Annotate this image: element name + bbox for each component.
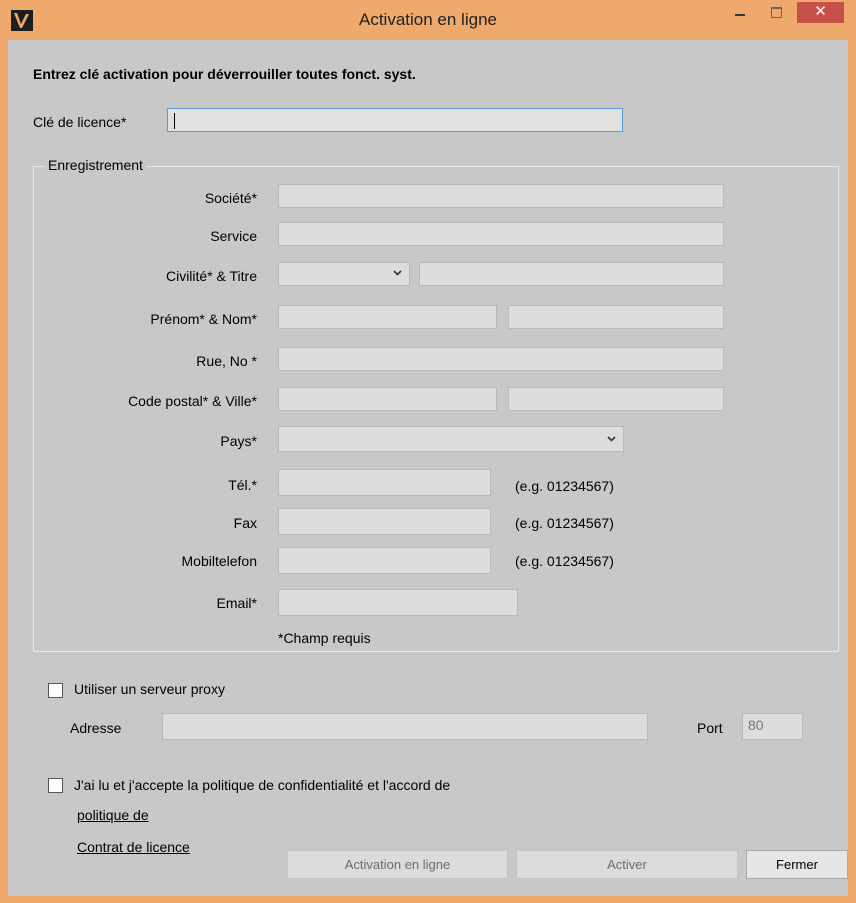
license-key-input[interactable] [167,108,623,132]
company-input[interactable] [278,184,724,208]
close-icon[interactable]: ✕ [797,2,844,23]
registration-group-title: Enregistrement [45,157,146,173]
proxy-address-label: Adresse [70,720,122,736]
agreement-checkbox[interactable] [48,778,63,793]
dialog-body: Entrez clé activation pour déverrouiller… [8,40,848,896]
close-button[interactable]: Fermer [746,850,848,879]
postal-code-input[interactable] [278,387,497,411]
service-label: Service [210,228,257,244]
service-input[interactable] [278,222,724,246]
first-name-input[interactable] [278,305,497,329]
privacy-policy-link[interactable]: politique de [77,807,149,823]
street-label: Rue, No * [196,353,257,369]
proxy-port-input[interactable]: 80 [742,713,803,740]
title-input[interactable] [419,262,724,286]
email-input[interactable] [278,589,518,616]
country-select[interactable] [278,426,624,452]
name-label: Prénom* & Nom* [150,311,257,327]
postal-city-label: Code postal* & Ville* [128,393,257,409]
minimize-icon[interactable] [726,2,754,24]
mobile-label: Mobiltelefon [181,553,258,569]
license-agreement-link[interactable]: Contrat de licence [77,839,190,855]
chevron-down-icon [393,270,402,276]
intro-text: Entrez clé activation pour déverrouiller… [33,66,416,82]
fax-label: Fax [233,515,257,531]
text-caret [174,113,175,129]
mobile-input[interactable] [278,547,491,574]
last-name-input[interactable] [508,305,724,329]
proxy-address-input[interactable] [162,713,648,740]
chevron-down-icon [607,436,616,442]
country-label: Pays* [220,433,257,449]
title-bar[interactable]: Activation en ligne ✕ [0,0,856,40]
fax-hint: (e.g. 01234567) [515,515,614,531]
mobile-hint: (e.g. 01234567) [515,553,614,569]
proxy-port-label: Port [697,720,723,736]
online-activation-button[interactable]: Activation en ligne [287,850,508,879]
required-note: *Champ requis [278,630,371,646]
company-label: Société* [204,190,257,206]
salutation-title-label: Civilité* & Titre [165,268,257,284]
salutation-select[interactable] [278,262,410,286]
proxy-checkbox[interactable] [48,683,63,698]
proxy-checkbox-label[interactable]: Utiliser un serveur proxy [74,681,225,697]
city-input[interactable] [508,387,724,411]
email-label: Email* [216,595,257,611]
phone-input[interactable] [278,469,491,496]
street-input[interactable] [278,347,724,371]
maximize-icon[interactable] [762,2,790,24]
fax-input[interactable] [278,508,491,535]
phone-hint: (e.g. 01234567) [515,478,614,494]
activation-window: Activation en ligne ✕ Entrez clé activat… [0,0,856,903]
phone-label: Tél.* [228,477,257,493]
agreement-checkbox-label[interactable]: J'ai lu et j'accepte la politique de con… [74,777,450,793]
activate-button[interactable]: Activer [516,850,738,879]
license-key-label: Clé de licence* [33,114,127,130]
